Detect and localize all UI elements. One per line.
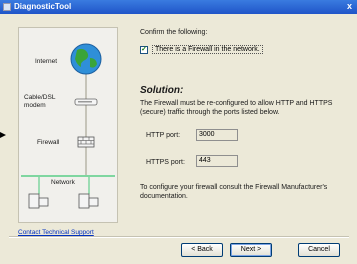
arrow-pointer-icon xyxy=(0,132,6,138)
internet-label: Internet xyxy=(35,58,58,65)
network-label: Network xyxy=(51,179,75,186)
firewall-checkbox-label[interactable]: There is a Firewall in the network. xyxy=(152,45,263,54)
next-button[interactable]: Next > xyxy=(230,243,272,257)
divider xyxy=(9,236,349,238)
globe-icon xyxy=(70,43,102,75)
contact-support-link[interactable]: Contact Technical Support xyxy=(18,229,94,236)
solution-text: The Firewall must be re-configured to al… xyxy=(140,100,333,116)
https-port-label: HTTPS port: xyxy=(146,159,185,166)
computer-icon xyxy=(28,193,49,209)
cancel-button[interactable]: Cancel xyxy=(298,243,340,257)
network-diagram xyxy=(21,43,115,209)
modem-icon xyxy=(74,98,98,106)
modem-label: Cable/DSL modem xyxy=(24,94,56,109)
app-icon xyxy=(3,3,11,11)
diagnostic-window: DiagnosticTool x Internet Cable/DSL mode… xyxy=(0,0,357,264)
computer-icon xyxy=(78,193,99,209)
close-icon[interactable]: x xyxy=(344,1,355,12)
network-diagram-panel: Internet Cable/DSL modem Firewall Networ… xyxy=(18,27,118,223)
confirm-text: Confirm the following: xyxy=(140,29,208,36)
firewall-checkbox[interactable]: ✓ xyxy=(140,46,148,54)
http-port-label: HTTP port: xyxy=(146,132,181,139)
solution-title: Solution: xyxy=(140,85,184,96)
back-button[interactable]: < Back xyxy=(181,243,223,257)
firewall-label: Firewall xyxy=(37,139,60,146)
window-title: DiagnosticTool xyxy=(14,2,72,11)
http-port-field[interactable]: 3000 xyxy=(196,129,238,141)
title-bar[interactable]: DiagnosticTool x xyxy=(0,0,357,14)
footer-text: To configure your firewall consult the F… xyxy=(140,184,328,200)
firewall-icon xyxy=(77,136,95,148)
https-port-field[interactable]: 443 xyxy=(196,155,238,167)
